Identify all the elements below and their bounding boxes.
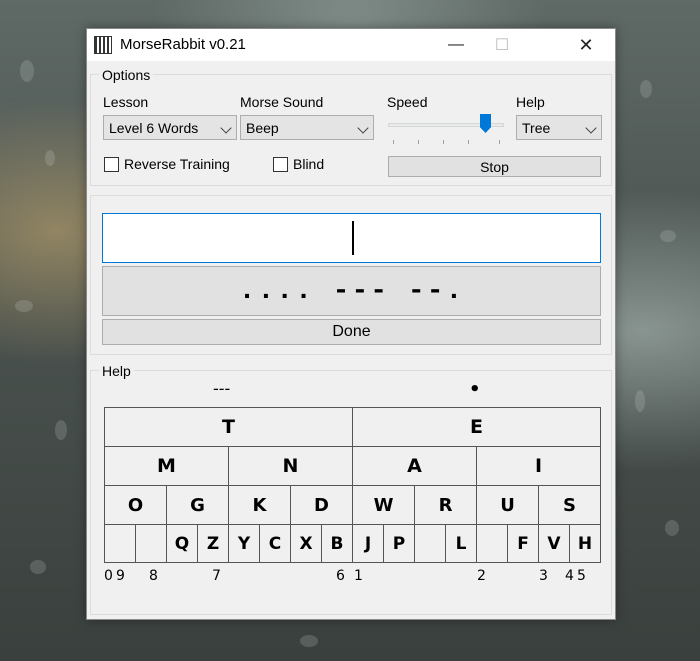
tree-node-a: A xyxy=(352,446,477,486)
options-legend: Options xyxy=(99,67,154,83)
tree-node-i: I xyxy=(476,446,601,486)
morse-code-display[interactable]: .... --- --. xyxy=(102,266,601,316)
close-button[interactable]: ✕ xyxy=(563,29,609,61)
chevron-down-icon xyxy=(220,122,232,134)
window-title: MorseRabbit v0.21 xyxy=(120,36,246,53)
tree-node-n: N xyxy=(228,446,353,486)
tree-node-p: P xyxy=(383,524,415,563)
dot-branch-label: • xyxy=(469,379,481,400)
tree-node-h: H xyxy=(569,524,601,563)
tree-node-g: G xyxy=(166,485,229,525)
tree-node-x: X xyxy=(290,524,322,563)
tree-node-m: M xyxy=(104,446,229,486)
chevron-down-icon xyxy=(357,122,369,134)
help-legend: Help xyxy=(99,363,134,379)
tree-node-z: Z xyxy=(197,524,229,563)
tree-node-empty xyxy=(414,524,446,563)
tree-node-y: Y xyxy=(228,524,260,563)
tree-node-w: W xyxy=(352,485,415,525)
tree-node-r: R xyxy=(414,485,477,525)
tree-node-j: J xyxy=(352,524,384,563)
digit-label-1: 1 xyxy=(354,568,363,584)
tree-node-b: B xyxy=(321,524,353,563)
tree-node-empty xyxy=(135,524,167,563)
tree-node-v: V xyxy=(538,524,570,563)
tree-node-l: L xyxy=(445,524,477,563)
reverse-training-checkbox[interactable]: Reverse Training xyxy=(104,156,230,172)
morserabbit-window: MorseRabbit v0.21 — ☐ ✕ Options Lesson L… xyxy=(86,28,616,620)
digit-label-3: 3 xyxy=(539,568,548,584)
done-button[interactable]: Done xyxy=(102,319,601,345)
help-mode-label: Help xyxy=(516,94,545,110)
reverse-training-label: Reverse Training xyxy=(124,156,230,172)
morse-sound-select[interactable]: Beep xyxy=(240,115,374,140)
tree-node-q: Q xyxy=(166,524,198,563)
tree-node-t: T xyxy=(104,407,353,447)
tree-node-d: D xyxy=(290,485,353,525)
digit-label-5: 5 xyxy=(577,568,586,584)
tree-node-o: O xyxy=(104,485,167,525)
minimize-button[interactable]: — xyxy=(433,29,479,61)
digit-label-0: 0 xyxy=(104,568,113,584)
blind-label: Blind xyxy=(293,156,325,172)
checkbox-box[interactable] xyxy=(273,156,288,172)
lesson-label: Lesson xyxy=(103,94,149,110)
tree-node-k: K xyxy=(228,485,291,525)
chevron-down-icon xyxy=(585,122,597,134)
lesson-value: Level 6 Words xyxy=(109,120,199,136)
checkbox-box[interactable] xyxy=(104,156,119,172)
dash-branch-label: --- xyxy=(213,379,231,398)
tree-node-s: S xyxy=(538,485,601,525)
tree-node-u: U xyxy=(476,485,539,525)
blind-checkbox[interactable]: Blind xyxy=(273,156,324,172)
digit-label-8: 8 xyxy=(149,568,158,584)
help-mode-value: Tree xyxy=(522,120,551,136)
app-icon xyxy=(94,36,112,54)
tree-node-e: E xyxy=(352,407,601,447)
lesson-select[interactable]: Level 6 Words xyxy=(103,115,237,140)
answer-input[interactable] xyxy=(102,213,601,263)
digit-label-4: 4 xyxy=(565,568,574,584)
help-mode-select[interactable]: Tree xyxy=(516,115,602,140)
maximize-button[interactable]: ☐ xyxy=(479,29,525,61)
tree-node-empty xyxy=(476,524,508,563)
morse-sound-label: Morse Sound xyxy=(240,94,324,110)
digit-label-6: 6 xyxy=(336,568,345,584)
tree-node-empty xyxy=(104,524,136,563)
digit-label-9: 9 xyxy=(116,568,125,584)
speed-label: Speed xyxy=(387,94,428,110)
morse-sound-value: Beep xyxy=(246,120,279,136)
tree-node-c: C xyxy=(259,524,291,563)
digit-label-2: 2 xyxy=(477,568,486,584)
stop-button[interactable]: Stop xyxy=(388,156,601,177)
tree-node-f: F xyxy=(507,524,539,563)
title-bar: MorseRabbit v0.21 — ☐ ✕ xyxy=(87,29,615,61)
text-caret xyxy=(352,221,354,255)
digit-label-7: 7 xyxy=(212,568,221,584)
